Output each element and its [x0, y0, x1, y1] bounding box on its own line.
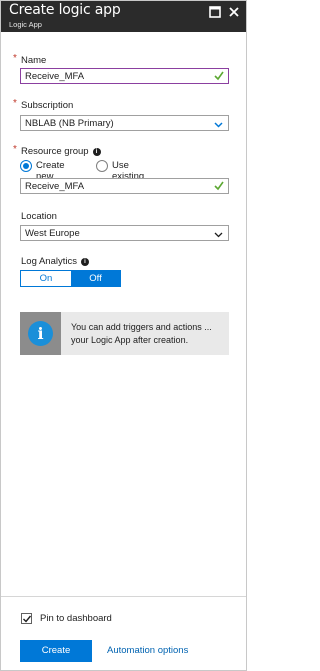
- info-message-line2: your Logic App after creation.: [71, 335, 189, 345]
- log-analytics-label-text: Log Analytics: [21, 256, 77, 267]
- required-marker: *: [13, 98, 17, 109]
- valid-check-icon: [214, 70, 224, 85]
- location-select[interactable]: West Europe: [20, 225, 229, 241]
- info-message-line1: You can add triggers and actions ...: [71, 322, 212, 332]
- info-message-box: i You can add triggers and actions ... y…: [20, 312, 229, 355]
- subscription-label: * Subscription: [13, 98, 74, 111]
- log-analytics-toggle[interactable]: On Off: [20, 270, 121, 287]
- create-new-radio[interactable]: [20, 160, 32, 172]
- log-analytics-label: Log Analytics i: [21, 256, 89, 267]
- info-icon: i: [28, 321, 53, 346]
- chevron-down-icon: [214, 230, 223, 241]
- subscription-label-text: Subscription: [21, 100, 74, 111]
- resource-group-value: Receive_MFA: [25, 181, 85, 192]
- location-value: West Europe: [25, 228, 80, 239]
- resource-group-label: * Resource group i: [13, 144, 101, 157]
- name-label: * Name: [13, 53, 47, 66]
- close-icon[interactable]: [227, 5, 241, 19]
- location-label: Location: [21, 211, 57, 222]
- blade-title: Create logic app: [9, 2, 121, 18]
- resource-group-input[interactable]: Receive_MFA: [20, 178, 229, 194]
- required-marker: *: [13, 53, 17, 64]
- name-input[interactable]: Receive_MFA: [20, 68, 229, 84]
- name-label-text: Name: [21, 55, 47, 66]
- blade-header: Create logic app Logic App: [1, 1, 246, 32]
- automation-options-link[interactable]: Automation options: [107, 645, 188, 656]
- toggle-on-option[interactable]: On: [21, 271, 71, 286]
- resource-group-label-text: Resource group: [21, 146, 89, 157]
- info-icon[interactable]: i: [80, 258, 89, 266]
- subscription-select[interactable]: NBLAB (NB Primary): [20, 115, 229, 131]
- checkmark-icon: [23, 615, 32, 623]
- chevron-down-icon: [214, 120, 223, 131]
- pin-to-dashboard-label[interactable]: Pin to dashboard: [40, 613, 112, 624]
- required-marker: *: [13, 144, 17, 155]
- pin-to-dashboard-checkbox[interactable]: [21, 613, 32, 624]
- valid-check-icon: [214, 180, 224, 195]
- info-badge: i: [20, 312, 61, 355]
- info-icon[interactable]: i: [92, 148, 101, 156]
- create-button[interactable]: Create: [20, 640, 92, 662]
- use-existing-radio[interactable]: [96, 160, 108, 172]
- subscription-value: NBLAB (NB Primary): [25, 118, 114, 129]
- blade-subtitle: Logic App: [9, 20, 42, 29]
- footer-divider: [1, 596, 246, 597]
- name-value: Receive_MFA: [25, 71, 85, 82]
- maximize-icon[interactable]: [208, 5, 222, 19]
- toggle-off-option[interactable]: Off: [71, 271, 120, 286]
